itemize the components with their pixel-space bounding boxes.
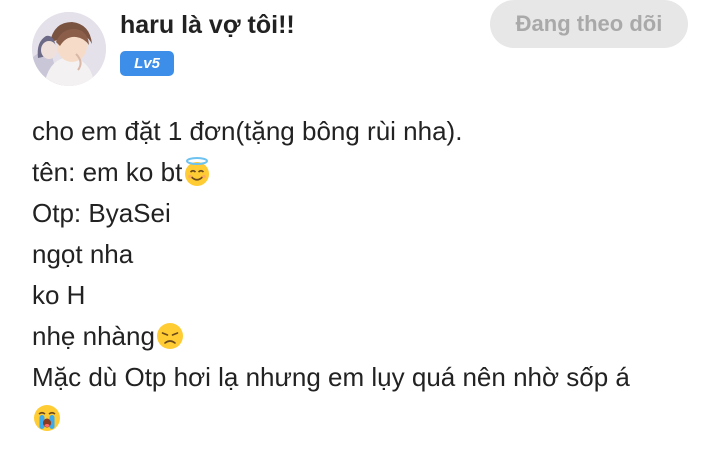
disappointed-face-icon: [155, 321, 185, 351]
post-line-text: cho em đặt 1 đơn(tặng bông rùi nha).: [32, 116, 463, 146]
post-line: Mặc dù Otp hơi lạ nhưng em lụy quá nên n…: [32, 360, 702, 401]
post-line: ko H: [32, 278, 702, 319]
post-line-text: Mặc dù Otp hơi lạ nhưng em lụy quá nên n…: [32, 362, 630, 392]
username[interactable]: haru là vợ tôi!!: [120, 11, 295, 40]
post-content: cho em đặt 1 đơn(tặng bông rùi nha). tên…: [32, 114, 702, 442]
level-badge: Lv5: [120, 51, 174, 76]
avatar[interactable]: [32, 12, 106, 86]
post-line: [32, 401, 702, 442]
post-line: Otp: ByaSei: [32, 196, 702, 237]
post-line-text: ngọt nha: [32, 239, 134, 269]
post-card: haru là vợ tôi!! Lv5 Đang theo dõi cho e…: [0, 0, 720, 455]
loudly-crying-face-icon: [32, 403, 62, 433]
post-line: ngọt nha: [32, 237, 702, 278]
post-line: cho em đặt 1 đơn(tặng bông rùi nha).: [32, 114, 702, 155]
post-line-text: tên: em ko bt: [32, 157, 183, 187]
follow-button[interactable]: Đang theo dõi: [490, 0, 688, 48]
smiling-face-with-halo-icon: [182, 157, 212, 187]
post-line-text: Otp: ByaSei: [32, 198, 171, 228]
post-line: tên: em ko bt: [32, 155, 702, 196]
post-line-text: nhẹ nhàng: [32, 321, 155, 351]
post-line-text: ko H: [32, 280, 86, 310]
anime-avatar-icon: [32, 12, 106, 86]
post-line: nhẹ nhàng: [32, 319, 702, 360]
